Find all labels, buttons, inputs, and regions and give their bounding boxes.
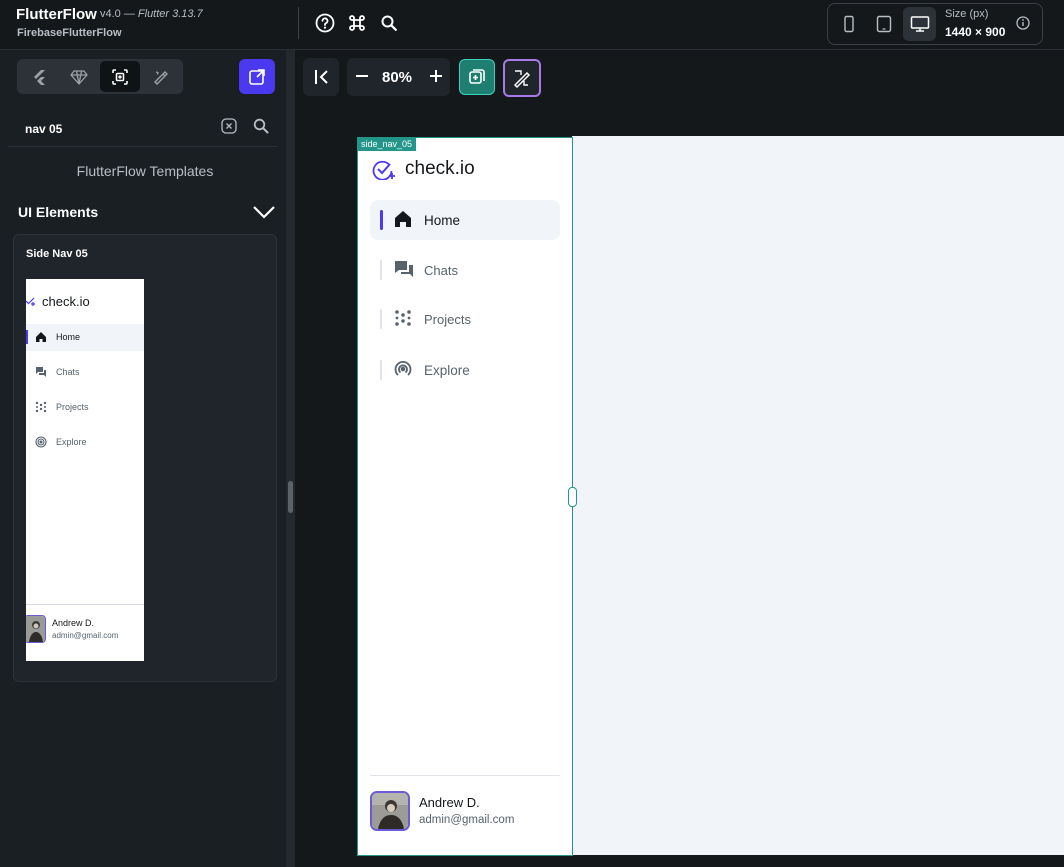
nav-item-explore[interactable]: Explore: [370, 350, 560, 390]
open-template-button[interactable]: [239, 59, 275, 94]
template-thumbnail[interactable]: check.io Home Chats Projects Explore And…: [26, 279, 144, 661]
user-name: Andrew D.: [419, 795, 480, 810]
logo-icon: [372, 158, 396, 180]
tab-templates[interactable]: [100, 61, 140, 92]
zoom-in-icon[interactable]: [427, 67, 445, 85]
nav-label-chats: Chats: [56, 367, 80, 377]
user-email: admin@gmail.com: [52, 631, 119, 640]
nav-label-explore: Explore: [424, 363, 470, 378]
active-indicator: [380, 210, 383, 230]
zoom-level[interactable]: 80%: [382, 69, 412, 86]
chat-icon: [394, 260, 414, 278]
zoom-out-icon[interactable]: [353, 67, 371, 85]
avatar: [26, 615, 46, 643]
phone-icon: [843, 15, 854, 33]
flutter-icon: [34, 69, 45, 85]
nav-label-explore: Explore: [56, 437, 87, 447]
app-name: FlutterFlow: [16, 6, 97, 23]
device-selector: Size (px) 1440 × 900: [827, 3, 1043, 45]
external-open-icon: [249, 68, 265, 85]
page-background: [572, 136, 1064, 855]
frame-resize-handle[interactable]: [568, 487, 577, 507]
add-copy-icon: [469, 69, 485, 84]
collapse-left-icon: [315, 70, 328, 84]
widget-panel-tabs: [17, 59, 183, 94]
project-name[interactable]: FirebaseFlutterFlow: [17, 27, 122, 39]
card-title: Side Nav 05: [26, 248, 88, 260]
active-indicator: [26, 330, 28, 344]
divider: [370, 775, 560, 776]
desktop-button[interactable]: [903, 7, 936, 41]
top-bar: FlutterFlow v4.0 — Flutter 3.13.7 Fireba…: [0, 0, 1064, 50]
tab-themes[interactable]: [141, 61, 181, 92]
nav-label-projects: Projects: [424, 312, 471, 327]
dots-grid-icon: [394, 309, 412, 327]
divider: [298, 7, 299, 39]
inactive-indicator: [380, 309, 382, 329]
info-icon[interactable]: [1015, 15, 1031, 31]
section-title[interactable]: UI Elements: [18, 204, 98, 220]
panel-resize-handle[interactable]: [288, 481, 293, 513]
logo-icon: [26, 295, 36, 307]
home-icon: [394, 210, 412, 228]
desktop-icon: [910, 16, 929, 32]
nav-item-chats[interactable]: Chats: [370, 250, 560, 290]
logo-text: check.io: [405, 158, 475, 179]
explore-icon: [35, 436, 47, 448]
tab-components[interactable]: [59, 61, 99, 92]
template-search: nav 05: [8, 110, 278, 147]
chat-icon: [35, 366, 47, 378]
templates-source-label: FlutterFlow Templates: [76, 163, 214, 179]
template-card[interactable]: Side Nav 05 check.io Home Chats Projects…: [13, 234, 277, 682]
chevron-down-icon[interactable]: [252, 202, 276, 220]
dots-grid-icon: [35, 401, 47, 413]
divider: [26, 604, 144, 605]
theme-icon: [154, 70, 168, 85]
templates-icon: [112, 68, 128, 85]
help-icon[interactable]: [315, 13, 335, 33]
magic-brush-icon: [513, 70, 531, 89]
user-name: Andrew D.: [52, 618, 95, 628]
nav-label-home: Home: [424, 213, 461, 228]
avatar[interactable]: [370, 791, 410, 831]
size-value[interactable]: 1440 × 900: [945, 25, 1005, 39]
inactive-indicator: [380, 260, 382, 280]
size-label: Size (px): [945, 8, 989, 20]
zoom-control: 80%: [347, 58, 450, 96]
add-page-button[interactable]: [459, 59, 495, 95]
home-icon: [35, 331, 47, 343]
search-icon[interactable]: [379, 13, 399, 33]
tablet-icon: [876, 15, 891, 33]
tab-flutter-widgets[interactable]: [19, 61, 59, 92]
clear-icon[interactable]: [221, 118, 237, 134]
nav-item-projects[interactable]: Projects: [370, 299, 560, 339]
nav-label-home: Home: [56, 332, 81, 342]
phone-button[interactable]: [832, 7, 865, 41]
nav-item-home[interactable]: Home: [370, 200, 560, 240]
user-email: admin@gmail.com: [419, 814, 515, 826]
search-input[interactable]: nav 05: [25, 122, 62, 136]
search-icon[interactable]: [252, 117, 270, 135]
nav-label-chats: Chats: [424, 263, 458, 278]
app-version: v4.0 — Flutter 3.13.7: [100, 8, 203, 20]
side-nav-frame[interactable]: check.io Home Chats Projects Explore And…: [357, 137, 573, 856]
collapse-panel-button[interactable]: [303, 58, 339, 96]
command-icon[interactable]: [347, 13, 367, 33]
logo-text: check.io: [42, 294, 90, 309]
tablet-button[interactable]: [867, 7, 900, 41]
diamond-icon: [70, 69, 88, 85]
explore-icon: [394, 360, 412, 378]
nav-label-projects: Projects: [56, 402, 89, 412]
inactive-indicator: [380, 360, 382, 380]
ai-gen-button[interactable]: [503, 59, 541, 97]
frame-tag[interactable]: side_nav_05: [357, 137, 417, 151]
